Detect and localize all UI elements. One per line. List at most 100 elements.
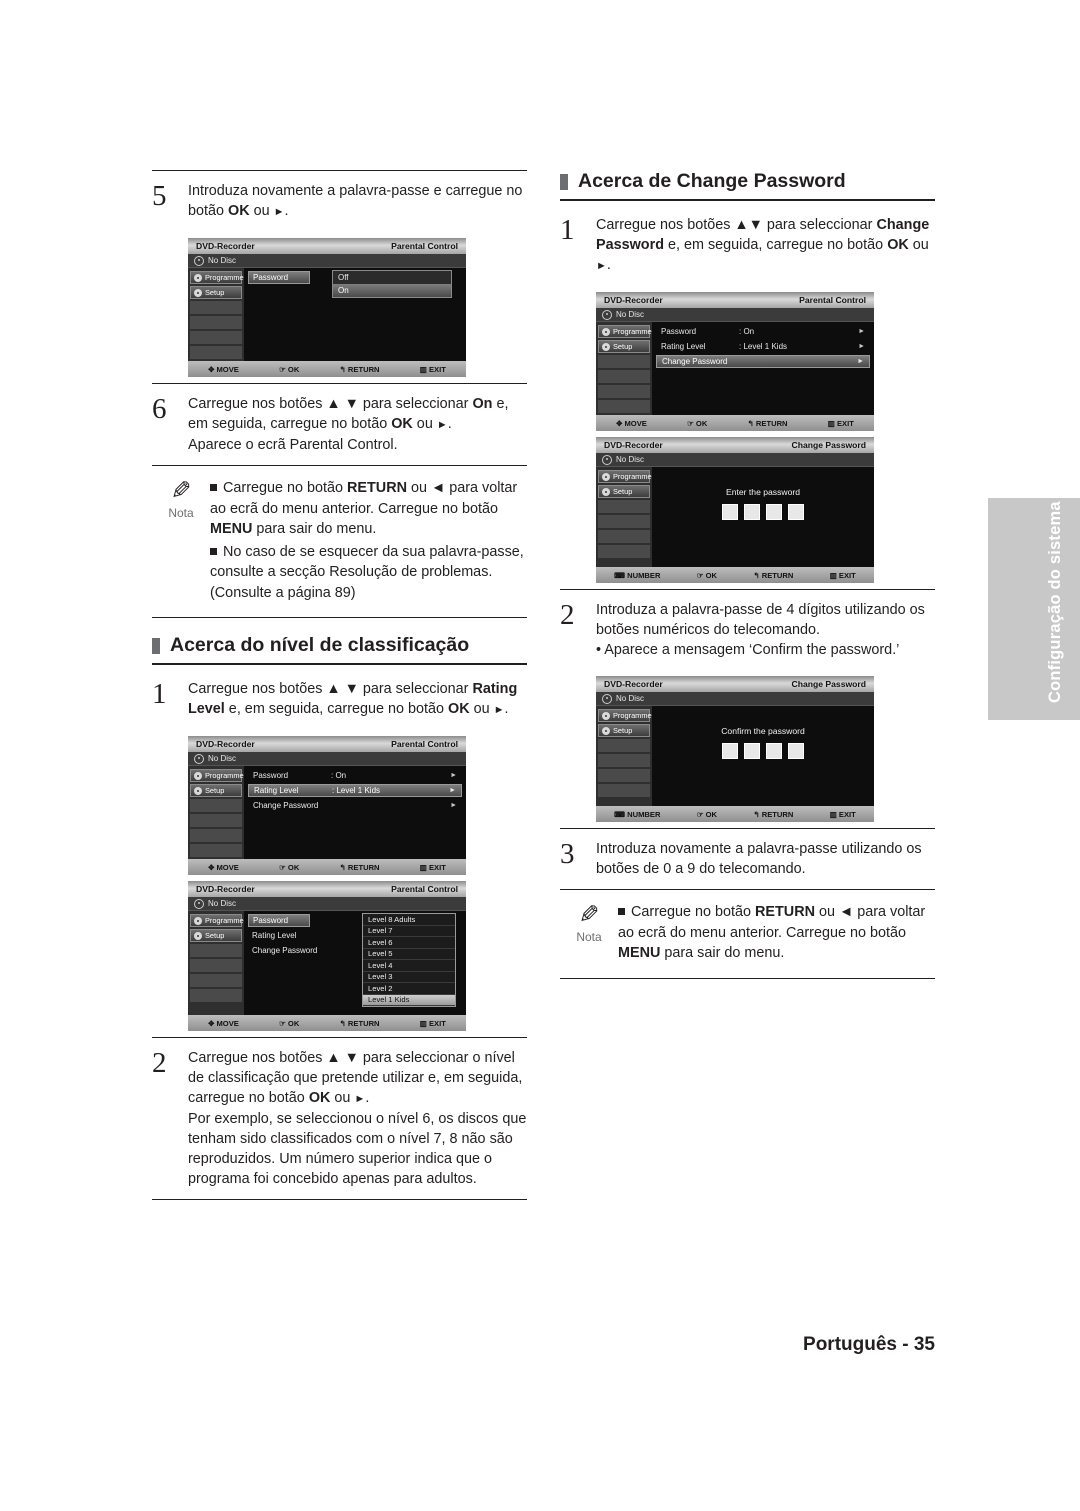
level-option[interactable]: Level 5 [363,949,455,960]
sidebar-band [190,346,242,359]
step-text: Introduza novamente a palavra-passe util… [596,841,922,877]
osd-content: Password : On ► Rating Level : Level 1 K… [652,322,874,415]
note-bullet-1: Carregue no botão RETURN ou ◄ para volta… [210,480,518,537]
osd-disc-status: No Disc [188,897,466,911]
step-number: 2 [560,599,575,631]
note-bullet-2-text: No caso de se esquecer da sua palavra-pa… [210,543,524,601]
osd-body: Programme Setup Enter the password [596,467,874,567]
osd-content: Password : On ► Rating Level : Level 1 K… [244,766,466,859]
digit-box[interactable] [788,504,804,520]
password-prompt: Enter the password [725,487,801,497]
osd-screen-label: Parental Control [799,295,866,305]
osd-row-password[interactable]: Password [248,271,310,284]
sidebar-band [190,959,242,972]
osd-footer: ✥ MOVE ☞ OK ↰ RETURN ▥ EXIT [188,1015,466,1031]
sidebar-band [190,989,242,1002]
osd-device-label: DVD-Recorder [604,295,663,305]
level-option[interactable]: Level 4 [363,960,455,972]
password-dropdown[interactable]: Off On [332,270,452,298]
dropdown-option-off[interactable]: Off [333,271,451,284]
digit-box[interactable] [744,743,760,759]
sidebar-band [598,500,650,513]
sidebar-item-programme[interactable]: Programme [190,271,244,284]
step-2-extra: Por exemplo, se seleccionou o nível 6, o… [188,1111,527,1187]
osd-row-rating-level[interactable]: Rating Level [248,929,334,942]
row-label: Change Password [252,946,318,955]
programme-icon [194,916,202,925]
sidebar-band [190,799,242,812]
digit-box[interactable] [722,504,738,520]
digit-box[interactable] [744,504,760,520]
disc-label: No Disc [208,256,237,265]
digit-box[interactable] [788,743,804,759]
password-digit-boxes[interactable] [656,504,870,520]
rating-level-dropdown[interactable]: Level 8 Adults Level 7 Level 6 Level 5 L… [362,913,456,1007]
osd-row-change-password[interactable]: Change Password ► [248,799,462,812]
osd-row-change-password[interactable]: Change Password ► [656,355,870,368]
sidebar-item-setup[interactable]: Setup [190,784,242,797]
password-digit-boxes[interactable] [656,743,870,759]
disc-icon [602,454,612,465]
chevron-right-icon: ► [858,343,865,350]
sidebar-item-programme[interactable]: Programme [598,709,652,722]
sidebar-item-setup[interactable]: Setup [190,929,242,942]
step-text: Introduza novamente a palavra-passe e ca… [188,181,527,222]
footer-move: ✥ MOVE [208,1018,239,1028]
disc-icon [602,309,612,320]
sidebar-band [190,829,242,842]
step-6-extra: Aparece o ecrã Parental Control. [188,437,398,453]
sidebar-item-label: Setup [613,726,633,735]
osd-sidebar: Programme Setup [596,467,652,567]
sidebar-band [190,844,242,857]
chevron-right-icon: ► [858,328,865,335]
row-value: : On [331,771,347,780]
level-option-selected[interactable]: Level 1 Kids [363,994,455,1006]
digit-box[interactable] [766,743,782,759]
osd-row-password[interactable]: Password : On ► [656,325,870,338]
osd-disc-status: No Disc [596,692,874,706]
osd-content: Password Off On [244,268,466,361]
sidebar-item-setup[interactable]: Setup [598,340,650,353]
step-number: 5 [152,180,167,212]
osd-body: Programme Setup Confirm the password [596,706,874,806]
row-label: Password [253,273,289,282]
osd-row-change-password[interactable]: Change Password [248,944,348,957]
digit-box[interactable] [766,504,782,520]
section-heading-change-password: Acerca de Change Password [560,170,935,199]
osd-row-rating-level[interactable]: Rating Level : Level 1 Kids ► [656,340,870,353]
disc-label: No Disc [616,310,645,319]
level-option[interactable]: Level 2 [363,983,455,995]
chevron-right-icon: ► [449,787,456,794]
footer-exit: ▥ EXIT [419,364,446,374]
sidebar-item-programme[interactable]: Programme [598,325,652,338]
step-2-rating: 2 Carregue nos botões ▲ ▼ para seleccion… [152,1038,527,1199]
level-option[interactable]: Level 7 [363,926,455,937]
sidebar-item-programme[interactable]: Programme [190,914,244,927]
footer-ok: ☞ OK [279,862,300,872]
heading-text: Acerca de Change Password [578,170,846,192]
sidebar-item-programme[interactable]: Programme [598,470,652,483]
osd-titlebar: DVD-Recorder Change Password [596,676,874,692]
sidebar-item-setup[interactable]: Setup [598,485,650,498]
sidebar-item-programme[interactable]: Programme [190,769,244,782]
level-option[interactable]: Level 6 [363,937,455,949]
digit-box[interactable] [722,743,738,759]
osd-row-rating-level[interactable]: Rating Level : Level 1 Kids ► [248,784,462,797]
footer-return: ↰ RETURN [753,809,794,819]
level-option[interactable]: Level 3 [363,972,455,983]
osd-disc-status: No Disc [596,308,874,322]
left-column: 5 Introduza novamente a palavra-passe e … [152,170,527,1200]
sidebar-item-setup[interactable]: Setup [598,724,650,737]
level-option[interactable]: Level 8 Adults [363,914,455,926]
sidebar-band [598,739,650,752]
osd-row-password[interactable]: Password [248,914,310,927]
sidebar-item-label: Setup [205,931,225,940]
osd-row-password[interactable]: Password : On ► [248,769,462,782]
heading-text: Acerca do nível de classificação [170,634,470,656]
step-text: Carregue nos botões ▲▼ para seleccionar … [596,217,930,273]
programme-icon [194,771,202,780]
osd-disc-status: No Disc [188,752,466,766]
step-5-text: Introduza novamente a palavra-passe e ca… [188,183,523,219]
sidebar-item-setup[interactable]: Setup [190,286,242,299]
dropdown-option-on[interactable]: On [333,284,451,297]
